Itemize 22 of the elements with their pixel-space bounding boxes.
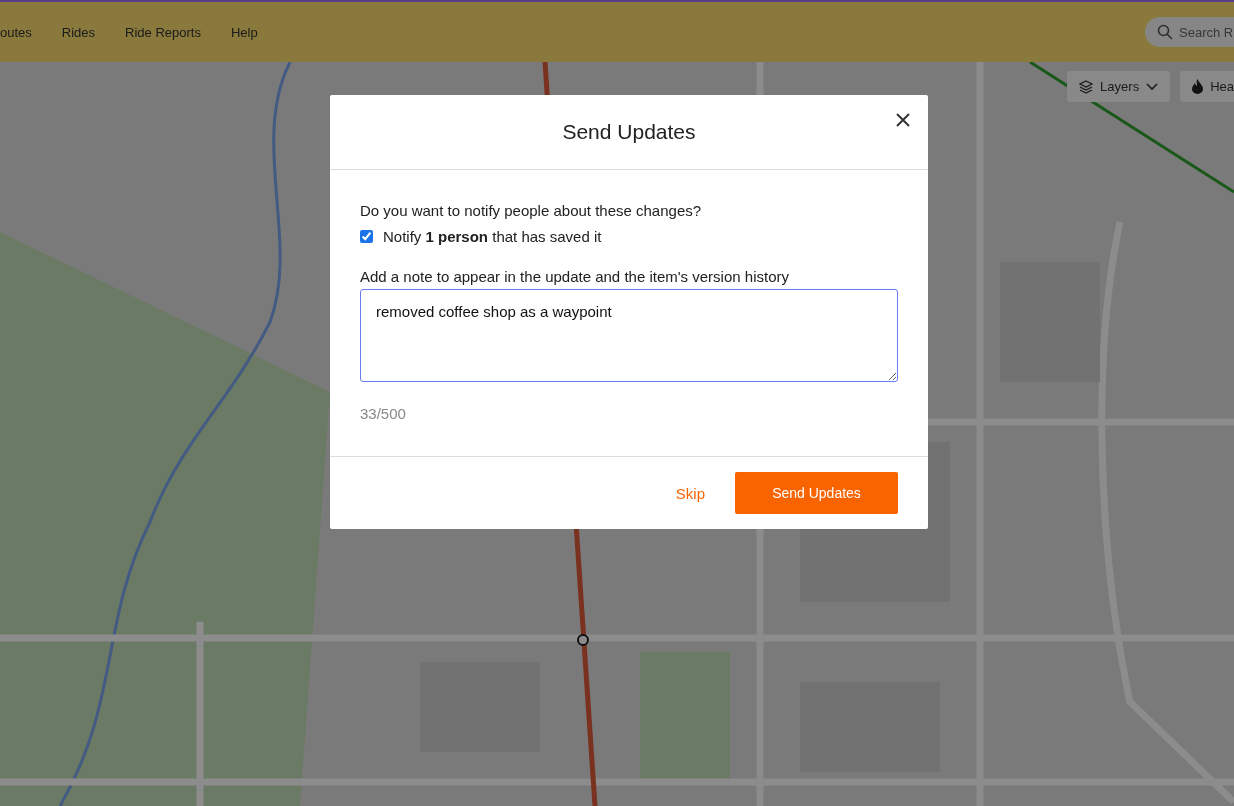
dialog-title: Send Updates	[562, 120, 696, 144]
search-field[interactable]: Search R	[1145, 17, 1234, 47]
search-icon	[1157, 24, 1173, 40]
nav-link[interactable]: Help	[230, 24, 258, 40]
character-count: 33/500	[360, 405, 407, 422]
nav-link[interactable]: Ride Reports	[125, 24, 201, 40]
send-button[interactable]: Send Updates	[735, 472, 898, 514]
chevron-down-icon	[1146, 82, 1159, 91]
heatmap-button[interactable]: Hea	[1180, 71, 1234, 102]
note-field[interactable]: removed coffee shop as a waypoint	[360, 289, 898, 382]
note-label: Add a note to appear in the update and the item's version history	[360, 268, 790, 285]
nav-link[interactable]: Rides	[61, 24, 96, 40]
notify-label: Notify 1 person that has saved it	[383, 228, 602, 245]
layers-button[interactable]: Layers	[1067, 71, 1171, 102]
question-text: Do you want to notify people about these changes?	[360, 202, 703, 219]
close-icon	[895, 112, 911, 128]
close-button[interactable]	[895, 112, 911, 128]
nav-link[interactable]: outes	[0, 24, 32, 40]
checkbox[interactable]	[360, 230, 373, 243]
flame-icon	[1192, 79, 1204, 94]
layers-icon	[1079, 79, 1094, 94]
skip-button[interactable]: Skip	[675, 480, 705, 506]
